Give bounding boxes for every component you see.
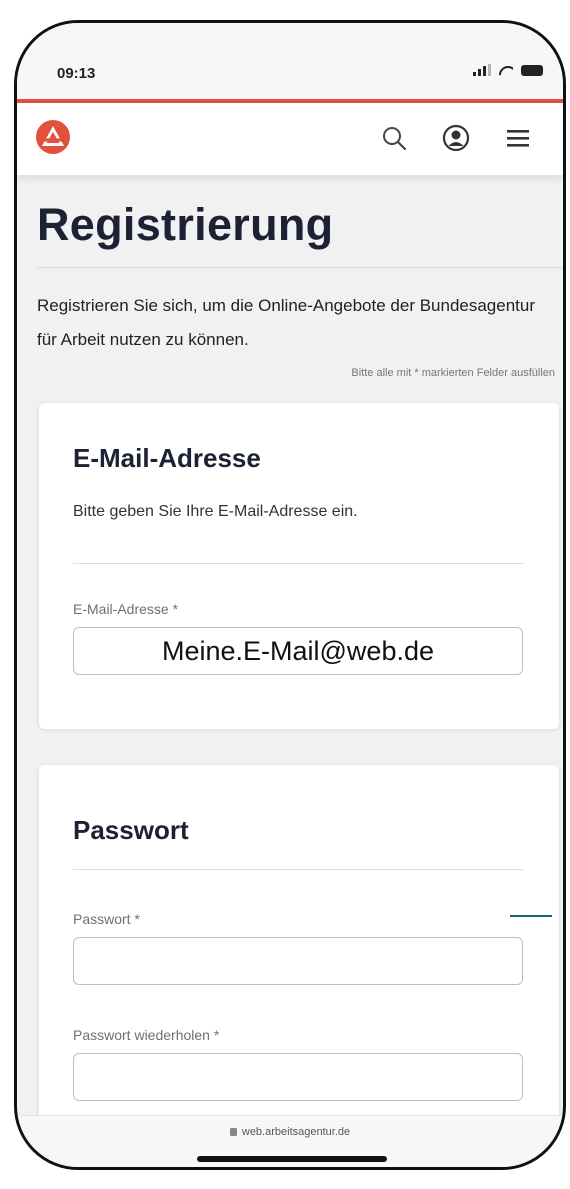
required-hint: Bitte alle mit * markierten Felder ausfü… [351,367,555,379]
annotation-line [510,915,552,917]
battery-icon [521,65,543,76]
email-section-description: Bitte geben Sie Ihre E-Mail-Adresse ein. [73,503,358,520]
url-bar[interactable]: web.arbeitsagentur.de [17,1126,563,1138]
password-section-title: Passwort [73,815,189,845]
page-content: Registrierung Registrieren Sie sich, um … [17,175,563,1115]
email-section-divider [73,563,523,564]
user-icon[interactable] [441,123,471,153]
password-section-divider [73,869,523,870]
lock-icon [229,1128,237,1136]
email-card: E-Mail-Adresse Bitte geben Sie Ihre E-Ma… [39,403,559,729]
home-indicator[interactable] [197,1156,387,1162]
title-divider [37,267,563,268]
site-header [17,103,563,175]
password-field-label: Passwort * [73,911,140,927]
browser-bottom-bar: web.arbeitsagentur.de [17,1115,563,1167]
menu-icon[interactable] [503,123,533,153]
status-icons [473,64,543,76]
wifi-icon [499,66,513,76]
phone-frame: 09:13 Registrierung Registrieren Sie sic… [14,20,566,1170]
signal-icon [473,64,491,76]
password-repeat-input[interactable] [73,1053,523,1101]
email-section-title: E-Mail-Adresse [73,443,261,473]
status-time: 09:13 [57,65,96,82]
password-card: Passwort Passwort * Passwort wiederholen… [39,765,559,1115]
email-input[interactable]: Meine.E-Mail@web.de [73,627,523,675]
status-bar: 09:13 [17,23,563,99]
search-icon[interactable] [379,123,409,153]
page-title: Registrierung [37,199,334,250]
intro-text: Registrieren Sie sich, um die Online-Ang… [37,296,536,349]
agentur-logo-icon[interactable] [35,119,71,155]
password-repeat-label: Passwort wiederholen * [73,1027,220,1043]
url-text: web.arbeitsagentur.de [241,1126,351,1138]
email-field-label: E-Mail-Adresse * [73,601,179,617]
password-input[interactable] [73,937,523,985]
